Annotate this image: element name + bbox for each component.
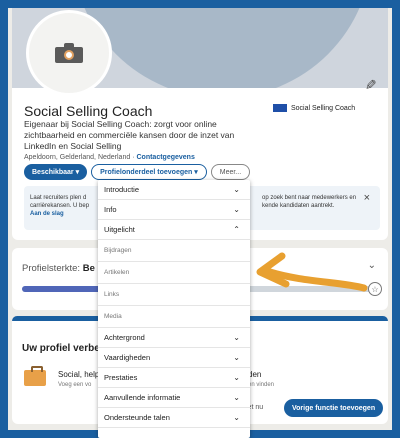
suggest-item-title: Social, help (58, 370, 100, 379)
dropdown-item-label: Ondersteunde talen (104, 413, 170, 422)
profile-actions: Beschikbaar ▾ Profielonderdeel toevoegen… (24, 164, 251, 180)
profile-headline: Eigenaar bij Social Selling Coach: zorgt… (24, 119, 235, 151)
more-button[interactable]: Meer... (210, 164, 251, 180)
dropdown-item-label: Vaardigheden (104, 353, 151, 362)
add-profile-section-button[interactable]: Profielonderdeel toevoegen ▾ (91, 164, 207, 180)
dropdown-item-label: Artikelen (104, 269, 130, 276)
dropdown-section-item[interactable]: Introductie ⌄ (98, 180, 250, 200)
dropdown-item-label: Uitgelicht (104, 225, 135, 234)
dropdown-section-item[interactable]: Achtergrond ⌄ (98, 328, 250, 348)
dropdown-item-label: Introductie (104, 185, 140, 194)
chevron-up-icon: ⌃ (233, 225, 240, 234)
avatar[interactable] (26, 10, 112, 96)
chevron-down-icon: ⌄ (233, 373, 240, 382)
chevron-down-icon: ⌄ (233, 393, 240, 402)
chevron-down-icon: ⌄ (233, 205, 240, 214)
contact-info-link[interactable]: Contactgegevens (136, 154, 194, 161)
dropdown-subitem[interactable]: Media (98, 306, 250, 328)
dropdown-subitem[interactable]: Bijdragen (98, 240, 250, 262)
chevron-down-icon: ⌄ (233, 353, 240, 362)
dropdown-section-item[interactable]: Info ⌄ (98, 200, 250, 220)
company-link[interactable]: Social Selling Coach (273, 104, 355, 112)
dropdown-section-item[interactable]: Uitgelicht ⌃ (98, 220, 250, 240)
suggest-right-title: den (248, 370, 262, 379)
dropdown-item-label: Info (104, 205, 117, 214)
dropdown-item-label: Bijdragen (104, 247, 132, 254)
chevron-down-icon: ⌄ (233, 185, 240, 194)
get-started-link[interactable]: Aan de slag (30, 211, 64, 217)
dropdown-subitem[interactable]: Artikelen (98, 262, 250, 284)
add-previous-position-button[interactable]: Vorige functie toevoegen (284, 399, 384, 417)
dropdown-section-item[interactable]: Ondersteunde talen ⌄ (98, 408, 250, 428)
profile-name: Social Selling Coach (24, 103, 153, 119)
company-name: Social Selling Coach (291, 104, 356, 112)
edit-pencil-icon[interactable]: ✎ (362, 79, 379, 91)
notice-right: op zoek bent naar medewerkers en kende k… (262, 195, 357, 209)
profile-strength-label: Profielsterkte: Be (22, 263, 95, 274)
dropdown-item-label: Links (104, 291, 120, 298)
chevron-down-icon: ⌄ (233, 413, 240, 422)
arrow-annotation (256, 252, 368, 292)
dropdown-section-item[interactable]: Vaardigheden ⌄ (98, 348, 250, 368)
close-icon[interactable]: × (364, 192, 370, 204)
dropdown-item-label: Media (104, 313, 122, 320)
dropdown-item-label: Achtergrond (104, 333, 145, 342)
dropdown-section-item[interactable]: Prestaties ⌄ (98, 368, 250, 388)
add-section-dropdown: Introductie ⌄ Info ⌄ Uitgelicht ⌃ Bijdragen Art… (98, 180, 250, 438)
suggest-right-subtitle: en vinden (248, 382, 275, 388)
available-button[interactable]: Beschikbaar ▾ (24, 164, 88, 180)
dropdown-item-label: Prestaties (104, 373, 138, 382)
improve-profile-title: Uw profiel verbe (22, 343, 100, 354)
camera-icon (55, 43, 83, 63)
briefcase-icon (24, 366, 46, 386)
chevron-down-icon: ⌄ (233, 333, 240, 342)
dropdown-subitem[interactable]: Links (98, 284, 250, 306)
profile-location: Apeldoorn, Gelderland, Nederland · Conta… (24, 154, 195, 161)
dropdown-item-label: Aanvullende informatie (104, 393, 181, 402)
dropdown-section-item[interactable]: Aanvullende informatie ⌄ (98, 388, 250, 408)
suggest-item-subtitle: Voeg een vo (58, 382, 92, 388)
company-logo-icon (273, 104, 287, 112)
